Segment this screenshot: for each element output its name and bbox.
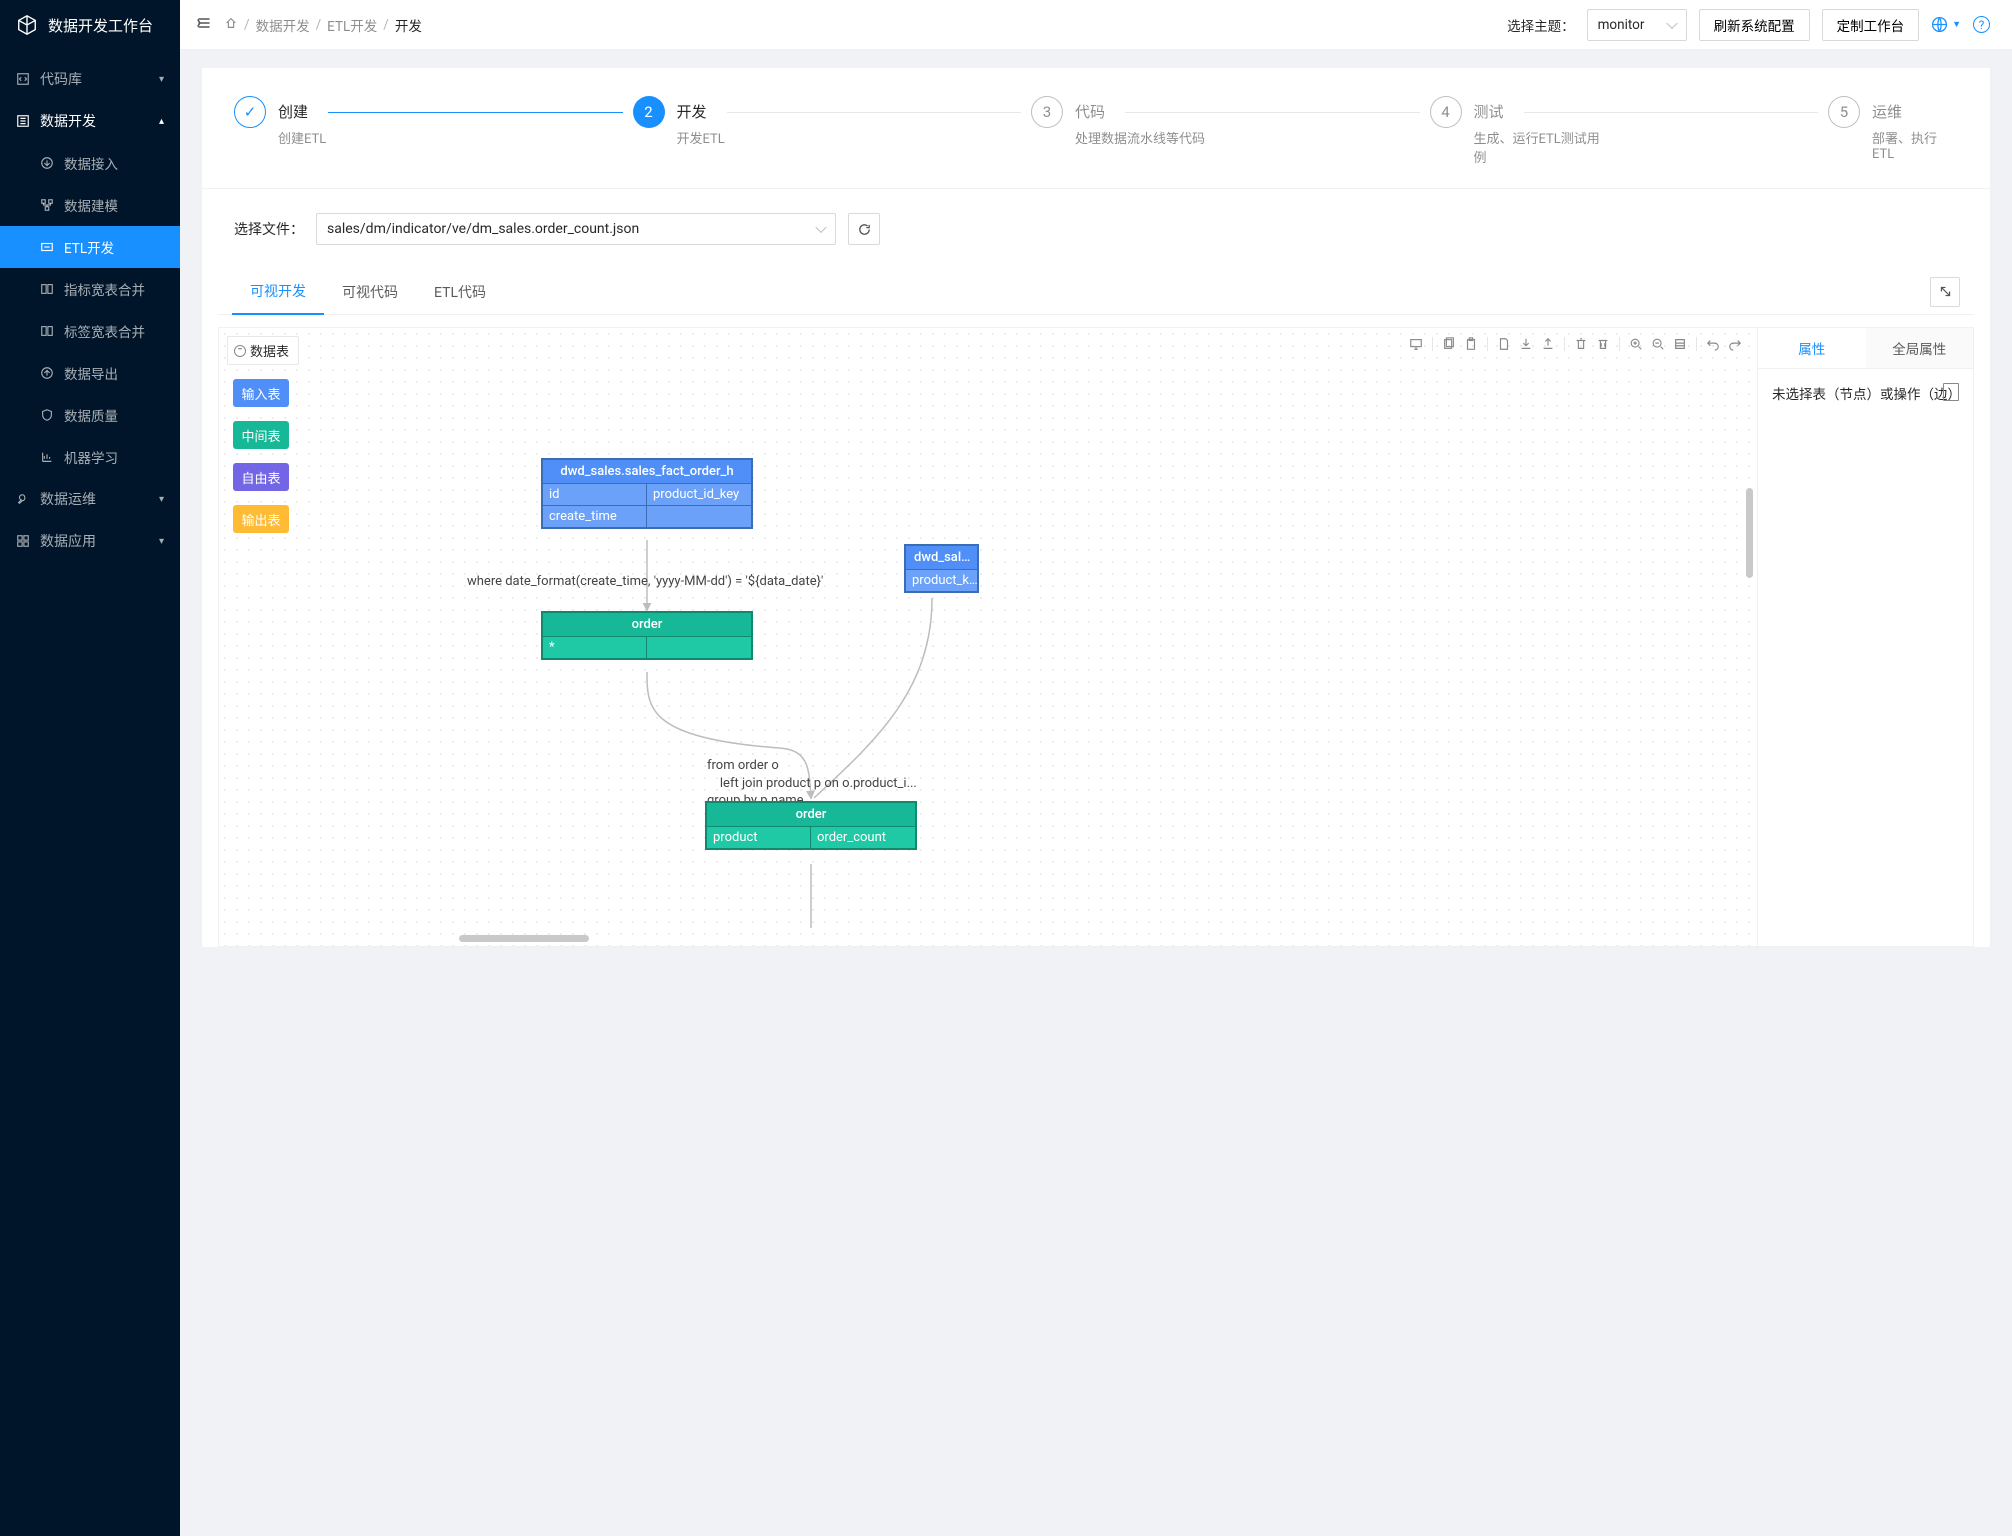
nav-code-repo[interactable]: 代码库 ▾ bbox=[0, 58, 180, 100]
tab-etl-code[interactable]: ETL代码 bbox=[416, 270, 504, 314]
zoom-in-icon[interactable] bbox=[1628, 336, 1644, 352]
list-icon bbox=[16, 114, 30, 128]
screen-icon[interactable] bbox=[1408, 336, 1424, 352]
node-input-product[interactable]: dwd_sal… product_k… bbox=[904, 544, 979, 593]
breadcrumb: / 数据开发 / ETL开发 / 开发 bbox=[224, 15, 422, 35]
step-develop[interactable]: 2 开发 开发ETL bbox=[633, 96, 1032, 166]
file-icon[interactable] bbox=[1943, 383, 1959, 401]
edge-label-where: where date_format(create_time, 'yyyy-MM-… bbox=[467, 574, 823, 589]
nav-metric-merge[interactable]: 指标宽表合并 bbox=[0, 268, 180, 310]
palette-mid-table[interactable]: 中间表 bbox=[233, 421, 289, 449]
customize-workbench-button[interactable]: 定制工作台 bbox=[1822, 9, 1920, 41]
tab-properties[interactable]: 属性 bbox=[1758, 328, 1866, 368]
canvas[interactable]: dwd_sales.sales_fact_order_h idproduct_i… bbox=[219, 328, 1757, 946]
sidebar: 数据开发工作台 代码库 ▾ 数据开发 ▴ 数据接入 数据建模 bbox=[0, 0, 180, 1536]
theme-select[interactable]: monitor bbox=[1587, 9, 1687, 41]
chevron-down-icon: ▾ bbox=[159, 494, 164, 505]
copy-icon[interactable] bbox=[1441, 336, 1457, 352]
merge-icon bbox=[40, 282, 54, 296]
clear-icon[interactable] bbox=[1595, 336, 1611, 352]
fit-icon[interactable] bbox=[1672, 336, 1688, 352]
file-label: 选择文件： bbox=[234, 219, 304, 239]
nav: 代码库 ▾ 数据开发 ▴ 数据接入 数据建模 ETL开发 bbox=[0, 50, 180, 1536]
file-select[interactable]: sales/dm/indicator/ve/dm_sales.order_cou… bbox=[316, 213, 836, 245]
node-palette: − 数据表 输入表 中间表 自由表 输出表 bbox=[227, 336, 299, 533]
grid-icon bbox=[16, 534, 30, 548]
chevron-up-icon: ▴ bbox=[159, 116, 164, 127]
palette-input-table[interactable]: 输入表 bbox=[233, 379, 289, 407]
app-logo: 数据开发工作台 bbox=[0, 0, 180, 50]
tab-visual-code[interactable]: 可视代码 bbox=[324, 270, 416, 314]
nav-data-quality[interactable]: 数据质量 bbox=[0, 394, 180, 436]
chevron-down-icon: ▾ bbox=[159, 536, 164, 547]
steps: ✓ 创建 创建ETL 2 开发 bbox=[202, 68, 1990, 189]
check-icon: ✓ bbox=[234, 96, 266, 128]
download-icon[interactable] bbox=[1518, 336, 1534, 352]
tab-visual-dev[interactable]: 可视开发 bbox=[232, 269, 324, 315]
nav-ml[interactable]: 机器学习 bbox=[0, 436, 180, 478]
nav-data-dev[interactable]: 数据开发 ▴ bbox=[0, 100, 180, 142]
home-icon[interactable] bbox=[224, 16, 238, 34]
nav-data-import[interactable]: 数据接入 bbox=[0, 142, 180, 184]
node-input-sales-fact[interactable]: dwd_sales.sales_fact_order_h idproduct_i… bbox=[541, 458, 753, 529]
logo-icon bbox=[16, 14, 38, 36]
step-ops[interactable]: 5 运维 部署、执行ETL bbox=[1828, 96, 1958, 166]
delete-icon[interactable] bbox=[1573, 336, 1589, 352]
reload-button[interactable] bbox=[848, 213, 880, 245]
fullscreen-button[interactable] bbox=[1930, 277, 1960, 307]
chart-icon bbox=[40, 450, 54, 464]
nav-data-ops[interactable]: 数据运维 ▾ bbox=[0, 478, 180, 520]
redo-icon[interactable] bbox=[1727, 336, 1743, 352]
tab-global-properties[interactable]: 全局属性 bbox=[1866, 328, 1974, 368]
etl-icon bbox=[40, 240, 54, 254]
breadcrumb-item[interactable]: ETL开发 bbox=[327, 15, 377, 35]
breadcrumb-current: 开发 bbox=[395, 15, 422, 35]
nav-etl-dev[interactable]: ETL开发 bbox=[0, 226, 180, 268]
model-icon bbox=[40, 198, 54, 212]
horizontal-scrollbar[interactable] bbox=[459, 935, 589, 942]
topbar: / 数据开发 / ETL开发 / 开发 选择主题： monitor 刷新系统配置… bbox=[180, 0, 2012, 50]
help-icon[interactable]: ? bbox=[1973, 16, 1990, 33]
chevron-down-icon: ▼ bbox=[1952, 19, 1961, 30]
undo-icon[interactable] bbox=[1705, 336, 1721, 352]
editor-tabs: 可视开发 可视代码 ETL代码 bbox=[218, 269, 1974, 315]
step-code[interactable]: 3 代码 处理数据流水线等代码 bbox=[1031, 96, 1430, 166]
language-switch[interactable]: ▼ bbox=[1931, 16, 1961, 33]
properties-panel: 属性 全局属性 未选择表（节点）或操作（边） bbox=[1757, 328, 1973, 946]
merge-icon bbox=[40, 324, 54, 338]
step-test[interactable]: 4 测试 生成、运行ETL测试用例 bbox=[1430, 96, 1829, 166]
chevron-down-icon: ▾ bbox=[159, 74, 164, 85]
minus-circle-icon: − bbox=[234, 345, 246, 357]
menu-fold-icon[interactable] bbox=[196, 15, 212, 35]
canvas-toolbar bbox=[1408, 336, 1743, 352]
theme-label: 选择主题： bbox=[1507, 15, 1575, 35]
file-icon[interactable] bbox=[1496, 336, 1512, 352]
node-mid-order-grouped[interactable]: order productorder_count bbox=[705, 801, 917, 850]
visual-editor: − 数据表 输入表 中间表 自由表 输出表 bbox=[218, 327, 1974, 947]
paste-icon[interactable] bbox=[1463, 336, 1479, 352]
file-row: 选择文件： sales/dm/indicator/ve/dm_sales.ord… bbox=[202, 189, 1990, 269]
nav-tag-merge[interactable]: 标签宽表合并 bbox=[0, 310, 180, 352]
refresh-config-button[interactable]: 刷新系统配置 bbox=[1699, 9, 1810, 41]
zoom-out-icon[interactable] bbox=[1650, 336, 1666, 352]
node-mid-order[interactable]: order * bbox=[541, 611, 753, 660]
app-title: 数据开发工作台 bbox=[48, 15, 153, 36]
palette-free-table[interactable]: 自由表 bbox=[233, 463, 289, 491]
properties-empty-text: 未选择表（节点）或操作（边） bbox=[1772, 387, 1961, 403]
upload-icon[interactable] bbox=[1540, 336, 1556, 352]
export-icon bbox=[40, 366, 54, 380]
vertical-scrollbar[interactable] bbox=[1746, 488, 1753, 578]
palette-out-table[interactable]: 输出表 bbox=[233, 505, 289, 533]
canvas-wrap: − 数据表 输入表 中间表 自由表 输出表 bbox=[219, 328, 1757, 946]
wrench-icon bbox=[16, 492, 30, 506]
nav-data-app[interactable]: 数据应用 ▾ bbox=[0, 520, 180, 562]
palette-header[interactable]: − 数据表 bbox=[227, 336, 299, 365]
breadcrumb-item[interactable]: 数据开发 bbox=[256, 15, 310, 35]
code-icon bbox=[16, 72, 30, 86]
nav-data-model[interactable]: 数据建模 bbox=[0, 184, 180, 226]
nav-data-export[interactable]: 数据导出 bbox=[0, 352, 180, 394]
step-create[interactable]: ✓ 创建 创建ETL bbox=[234, 96, 633, 166]
shield-icon bbox=[40, 408, 54, 422]
import-icon bbox=[40, 156, 54, 170]
